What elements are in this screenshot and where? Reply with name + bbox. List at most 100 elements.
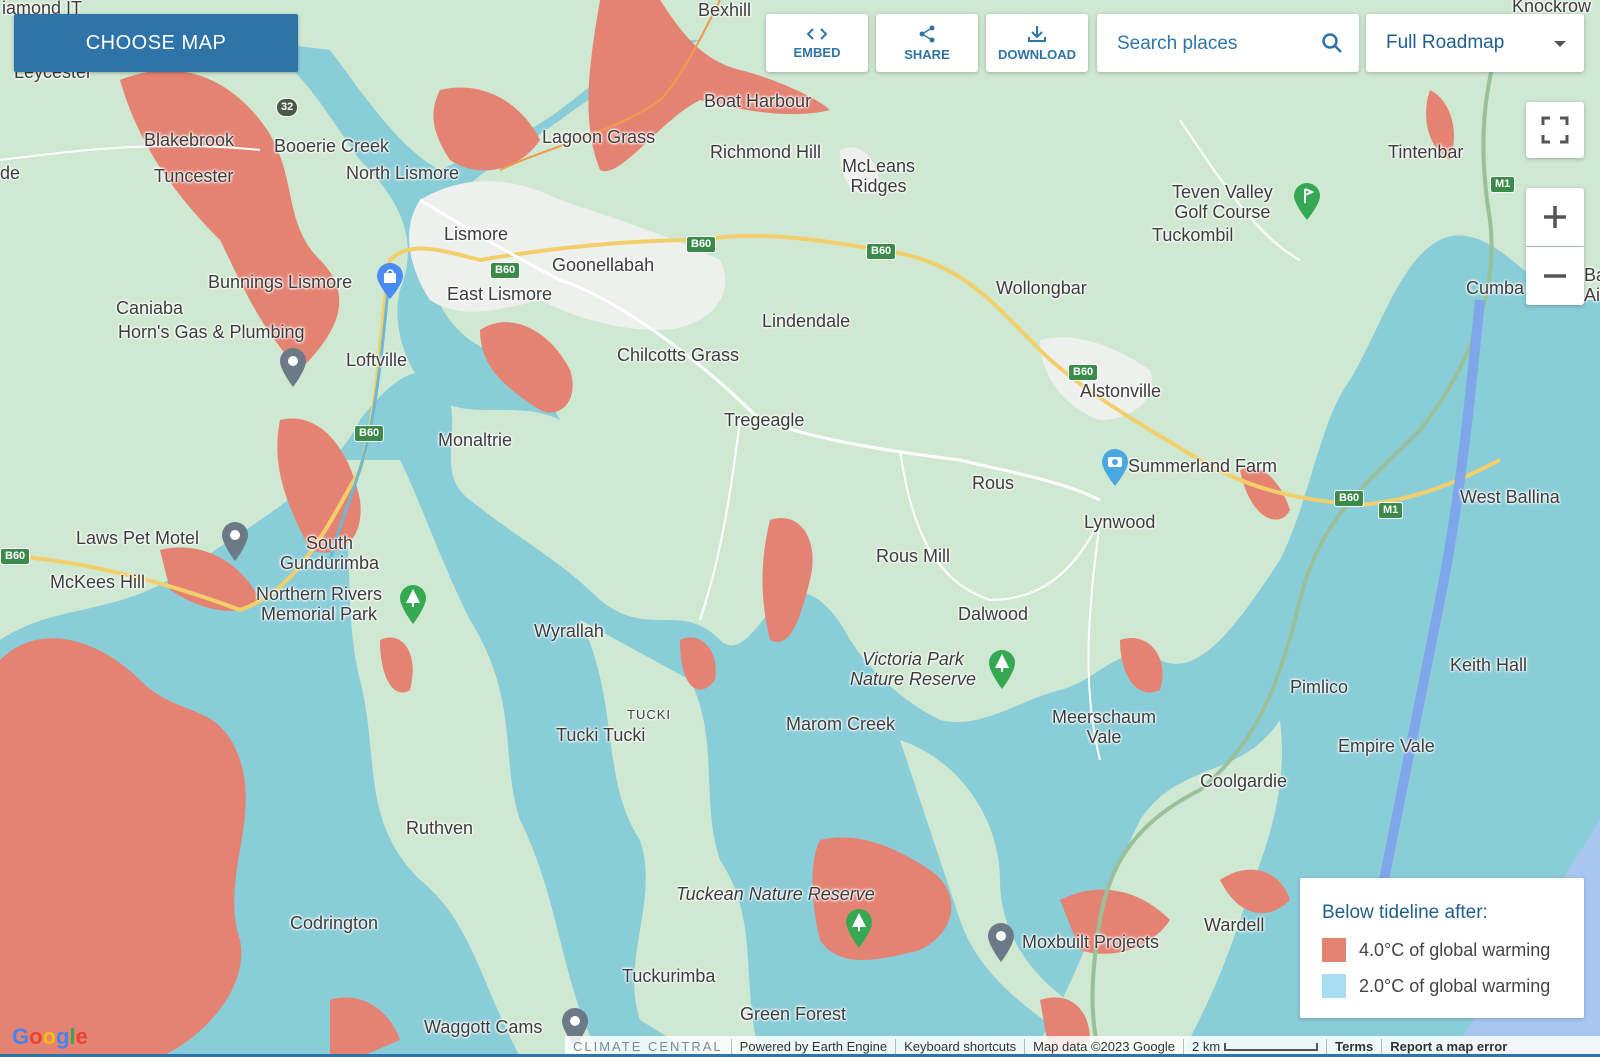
map-data-text: Map data ©2023 Google	[1025, 1039, 1184, 1054]
road-shield: B60	[0, 548, 31, 565]
place-label: Lindendale	[762, 311, 851, 331]
minus-icon	[1544, 274, 1566, 278]
terms-link[interactable]: Terms	[1327, 1039, 1383, 1054]
place-label: Cumba	[1466, 278, 1525, 298]
place-label: Wyrallah	[534, 621, 604, 641]
road-shield: B60	[1068, 364, 1099, 381]
zoom-in-button[interactable]	[1526, 188, 1584, 246]
place-label: de	[0, 163, 21, 183]
place-label: Northern Rivers Memorial Park	[256, 584, 383, 624]
place-label: Pimlico	[1290, 677, 1349, 697]
fullscreen-icon	[1541, 116, 1569, 144]
legend-item: 4.0°C of global warming	[1322, 938, 1550, 962]
place-label: Bunnings Lismore	[208, 272, 353, 292]
location-pin-icon[interactable]	[220, 520, 250, 562]
place-label: Tintenbar	[1388, 142, 1464, 162]
location-pin-icon[interactable]	[986, 921, 1016, 963]
legend-item: 2.0°C of global warming	[1322, 974, 1550, 998]
place-label: Tucki Tucki	[556, 725, 646, 745]
place-label: McKees Hill	[50, 572, 146, 592]
download-icon	[1028, 25, 1046, 42]
search-input[interactable]	[1115, 28, 1319, 60]
road-shield: M1	[1378, 502, 1404, 519]
place-label: Monaltrie	[438, 430, 513, 450]
share-label: SHARE	[904, 46, 950, 62]
place-label: Wardell	[1204, 915, 1265, 935]
keyboard-shortcuts-link[interactable]: Keyboard shortcuts	[896, 1039, 1026, 1054]
road-shield: B60	[686, 236, 717, 253]
legend-label: 2.0°C of global warming	[1359, 975, 1551, 996]
place-label: Empire Vale	[1338, 736, 1435, 756]
place-label: Lynwood	[1084, 512, 1156, 532]
place-label: East Lismore	[447, 284, 553, 304]
choose-map-button[interactable]: CHOOSE MAP	[14, 14, 298, 72]
zoom-out-button[interactable]	[1526, 247, 1584, 305]
share-button[interactable]: SHARE	[876, 14, 978, 72]
map-type-select[interactable]: Full Roadmap	[1366, 14, 1584, 72]
place-label: Waggott Cams	[424, 1017, 543, 1037]
road-shield: B60	[490, 262, 521, 279]
shopping-bag-icon[interactable]	[375, 262, 405, 300]
location-pin-icon[interactable]	[278, 346, 308, 388]
place-label: Moxbuilt Projects	[1022, 932, 1160, 952]
scale-line	[1224, 1042, 1319, 1051]
place-label: Tuckean Nature Reserve	[676, 884, 875, 904]
scale-label: 2 km	[1191, 1039, 1221, 1054]
place-label: Rous Mill	[876, 546, 951, 566]
place-label: TUCKI	[627, 707, 671, 722]
place-label: North Lismore	[346, 163, 460, 183]
place-label: Goonellabah	[552, 255, 655, 275]
place-label: Alstonville	[1080, 381, 1162, 401]
place-label: Keith Hall	[1450, 655, 1528, 675]
caret-down-icon	[1554, 41, 1566, 47]
place-label: Chilcotts Grass	[617, 345, 740, 365]
tree-icon[interactable]	[398, 583, 428, 625]
place-label: Ba Ai	[1584, 265, 1600, 305]
road-shield: 32	[276, 98, 299, 117]
place-label: Meerschaum Vale	[1052, 707, 1157, 747]
place-label: Lismore	[444, 224, 509, 244]
report-error-link[interactable]: Report a map error	[1382, 1039, 1515, 1054]
tree-icon[interactable]	[844, 907, 874, 949]
place-label: Wollongbar	[996, 278, 1087, 298]
download-label: DOWNLOAD	[998, 46, 1076, 62]
fullscreen-button[interactable]	[1526, 102, 1584, 158]
place-label: Caniaba	[116, 298, 184, 318]
place-label: Blakebrook	[144, 130, 235, 150]
search-icon[interactable]	[1321, 32, 1343, 54]
place-label: Summerland Farm	[1128, 456, 1278, 476]
camera-icon[interactable]	[1100, 447, 1130, 487]
place-label: Coolgardie	[1200, 771, 1288, 791]
plus-icon	[1544, 206, 1566, 228]
google-logo: Google	[12, 1024, 88, 1049]
place-label: Tuckurimba	[622, 966, 716, 986]
place-label: Loftville	[346, 350, 408, 370]
place-label: Tregeagle	[724, 410, 805, 430]
tree-icon[interactable]	[987, 648, 1017, 690]
climate-central-logo[interactable]: CLIMATE CENTRAL	[565, 1039, 732, 1054]
legend-swatch	[1322, 974, 1346, 998]
code-icon	[807, 27, 827, 40]
place-label: McLeans Ridges	[842, 156, 916, 196]
place-label: Bexhill	[698, 0, 752, 20]
share-icon	[919, 25, 935, 42]
place-label: Boat Harbour	[704, 91, 812, 111]
place-label: Green Forest	[740, 1004, 847, 1024]
download-button[interactable]: DOWNLOAD	[986, 14, 1088, 72]
place-label: Laws Pet Motel	[76, 528, 200, 548]
search-box	[1097, 14, 1359, 72]
place-label: Booerie Creek	[274, 136, 390, 156]
place-label: Tuncester	[154, 166, 234, 186]
place-label: Lagoon Grass	[542, 127, 656, 147]
place-label: West Ballina	[1460, 487, 1560, 507]
golf-icon[interactable]	[1292, 181, 1322, 221]
road-shield: B60	[1334, 490, 1365, 507]
powered-by: Powered by Earth Engine	[732, 1039, 897, 1054]
place-label: Teven Valley Golf Course	[1172, 182, 1273, 222]
place-label: Richmond Hill	[710, 142, 822, 162]
embed-button[interactable]: EMBED	[766, 14, 868, 72]
legend-swatch	[1322, 938, 1346, 962]
map-type-value: Full Roadmap	[1386, 32, 1505, 53]
legend-label: 4.0°C of global warming	[1359, 939, 1551, 960]
place-label: Ruthven	[406, 818, 474, 838]
